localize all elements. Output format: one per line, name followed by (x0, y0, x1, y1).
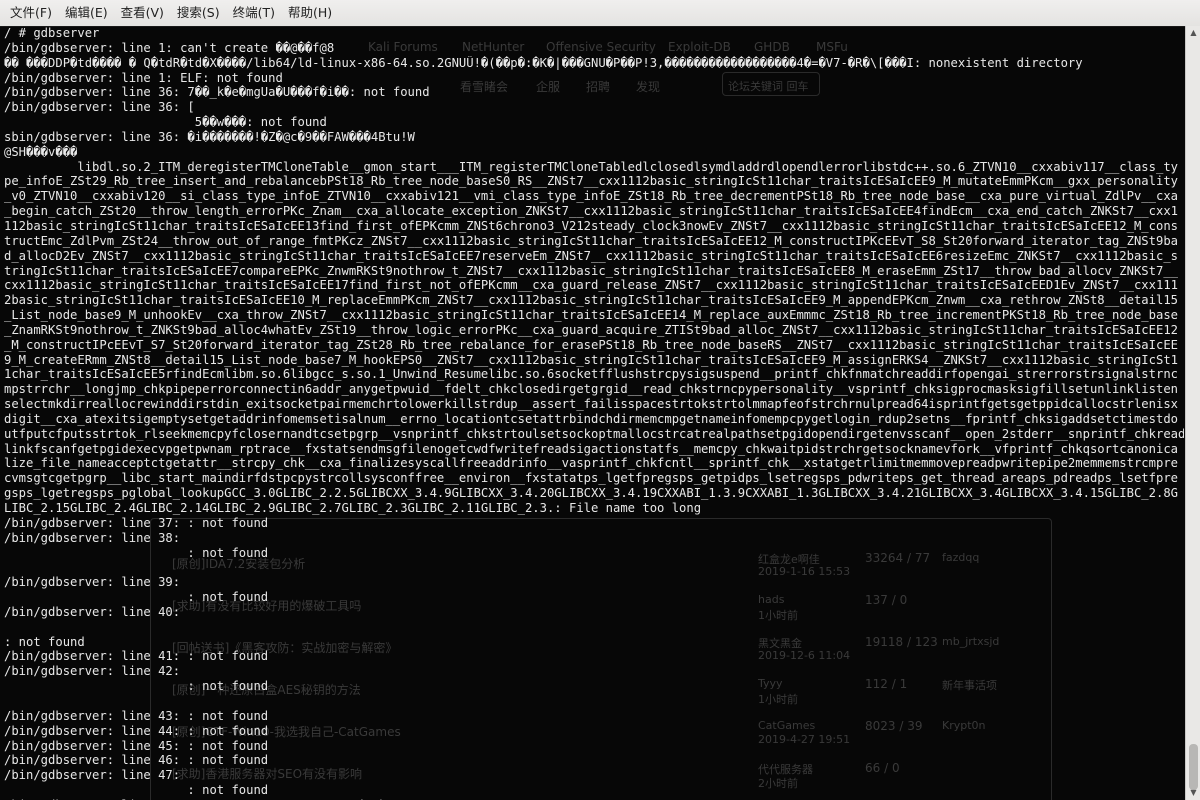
terminal-line: /bin/gdbserver: line 39: (4, 575, 181, 590)
terminal-line: �� ���DDP�td���� � Q�tdR�td�X����/lib64/… (4, 55, 1083, 70)
terminal-line: LIBC_2.15GLIBC_2.4GLIBC_2.14GLIBC_2.9GLI… (4, 501, 702, 515)
terminal-line: 1char_traitsIcESaIcEE5rfindEcmlibm.so.6l… (4, 367, 1178, 382)
terminal-line: libdl.so.2_ITM_deregisterTMCloneTable__g… (4, 159, 1178, 174)
menu-item[interactable]: 文件(F) (6, 2, 56, 24)
terminal-line: cxx1112basic_stringIcSt11char_traitsIcES… (4, 278, 1178, 293)
terminal-line: gsps_lgetregsps_pglobal_lookupGCC_3.0GLI… (4, 486, 1178, 501)
terminal-output: / # gdbserver/bin/gdbserver: line 1: can… (4, 26, 1184, 800)
terminal-line: _ZnamRKSt9nothrow_t_ZNKSt9bad_alloc4what… (4, 322, 1178, 337)
menu-item[interactable]: 搜索(S) (173, 2, 224, 24)
terminal-line: /bin/gdbserver: line 47: (4, 768, 181, 783)
terminal-line: /bin/gdbserver: line 36: 7��_k�e�mgUa�U�… (4, 85, 430, 100)
menu-item[interactable]: 终端(T) (229, 2, 279, 24)
terminal-line: /bin/gdbserver: line 36: [ (4, 100, 195, 115)
terminal-line: tructEmc_ZdlPvm_ZSt24__throw_out_of_rang… (4, 233, 1178, 248)
terminal-line: /bin/gdbserver: line 40: (4, 604, 181, 619)
terminal-line: lize_file_nameacceptctgetattr__strcpy_ch… (4, 456, 1178, 471)
terminal-line: 9_M_createERmm_ZNSt8__detail15_List_node… (4, 352, 1178, 367)
terminal-line: @SH���v��� (4, 144, 78, 159)
terminal-line: /bin/gdbserver: line 1: can't create ��@… (4, 40, 335, 55)
terminal-line: /bin/gdbserver: line 37: : not found (4, 515, 269, 530)
terminal-view[interactable]: Kali Forums NetHunter Offensive Security Ex… (0, 26, 1185, 800)
terminal-line: : not found (4, 783, 269, 798)
terminal-line: mpstrrchr__longjmp_chkpipeperrorconnecti… (4, 382, 1178, 397)
terminal-line: selectmkdirreallocrewinddirstdin_exitsoc… (4, 397, 1178, 412)
terminal-line: /bin/gdbserver: line 41: : not found (4, 649, 269, 664)
scroll-up-arrow-icon[interactable]: ▲ (1186, 26, 1200, 40)
menu-item[interactable]: 查看(V) (117, 2, 168, 24)
terminal-line: _v0_ZTVN10__cxxabiv120__si_class_type_in… (4, 189, 1178, 204)
terminal-line: /bin/gdbserver: line 42: (4, 664, 181, 679)
terminal-line: /bin/gdbserver: line 45: : not found (4, 738, 269, 753)
scrollbar-thumb[interactable] (1189, 744, 1198, 790)
terminal-line: : not found (4, 634, 85, 649)
terminal-line: /bin/gdbserver: line 43: : not found (4, 708, 269, 723)
terminal-line: 5��w���: not found (4, 115, 327, 130)
terminal-scrollbar[interactable]: ▲ ▼ (1185, 26, 1200, 800)
terminal-line: /bin/gdbserver: line 44: : not found (4, 723, 269, 738)
terminal-line: /bin/gdbserver: line 46: : not found (4, 753, 269, 768)
terminal-line: d_allocD2Ev_ZNSt7__cxx1112basic_stringIc… (4, 248, 1178, 263)
terminal-line: linkfscanfgetpgidexecvpgetpwnam_rptrace_… (4, 441, 1178, 456)
terminal-line: : not found (4, 679, 269, 694)
terminal-line: sbin/gdbserver: line 36: �i�������!�Z�@c… (4, 129, 415, 144)
terminal-line: cvmsgtcgetpgrp__libc_start_maindirfdstpc… (4, 471, 1178, 486)
terminal-line: _M_constructIPcEEvT_S7_St20forward_itera… (4, 337, 1178, 352)
scroll-down-arrow-icon[interactable]: ▼ (1186, 786, 1200, 800)
menu-bar: 文件(F) 编辑(E) 查看(V) 搜索(S) 终端(T) 帮助(H) (0, 0, 1200, 27)
terminal-line: utfputcfputsstrtok_rlseekmemcpyfcloserna… (4, 426, 1184, 441)
terminal-line: pe_infoE_ZSt29_Rb_tree_insert_and_rebala… (4, 174, 1178, 189)
terminal-line: /bin/gdbserver: line 1: ELF: not found (4, 70, 283, 85)
terminal-line: : not found (4, 545, 269, 560)
terminal-line: _List_node_base9_M_unhookEv__cxa_throw_Z… (4, 308, 1178, 323)
terminal-line: / # gdbserver (4, 26, 100, 40)
menu-item[interactable]: 帮助(H) (284, 2, 336, 24)
terminal-line: tringIcSt11char_traitsIcESaIcEE7compareE… (4, 263, 1178, 278)
terminal-line: _begin_catch_ZSt20__throw_length_errorPK… (4, 204, 1178, 219)
terminal-line: : not found (4, 590, 269, 605)
terminal-line: /bin/gdbserver: line 38: (4, 530, 181, 545)
terminal-line: digit__cxa_atexitsigemptysetgetaddrinfom… (4, 411, 1178, 426)
terminal-line: 112basic_stringIcSt11char_traitsIcESaIcE… (4, 218, 1178, 233)
menu-item[interactable]: 编辑(E) (61, 2, 112, 24)
terminal-line: 2basic_stringIcSt11char_traitsIcESaIcEE1… (4, 293, 1178, 308)
